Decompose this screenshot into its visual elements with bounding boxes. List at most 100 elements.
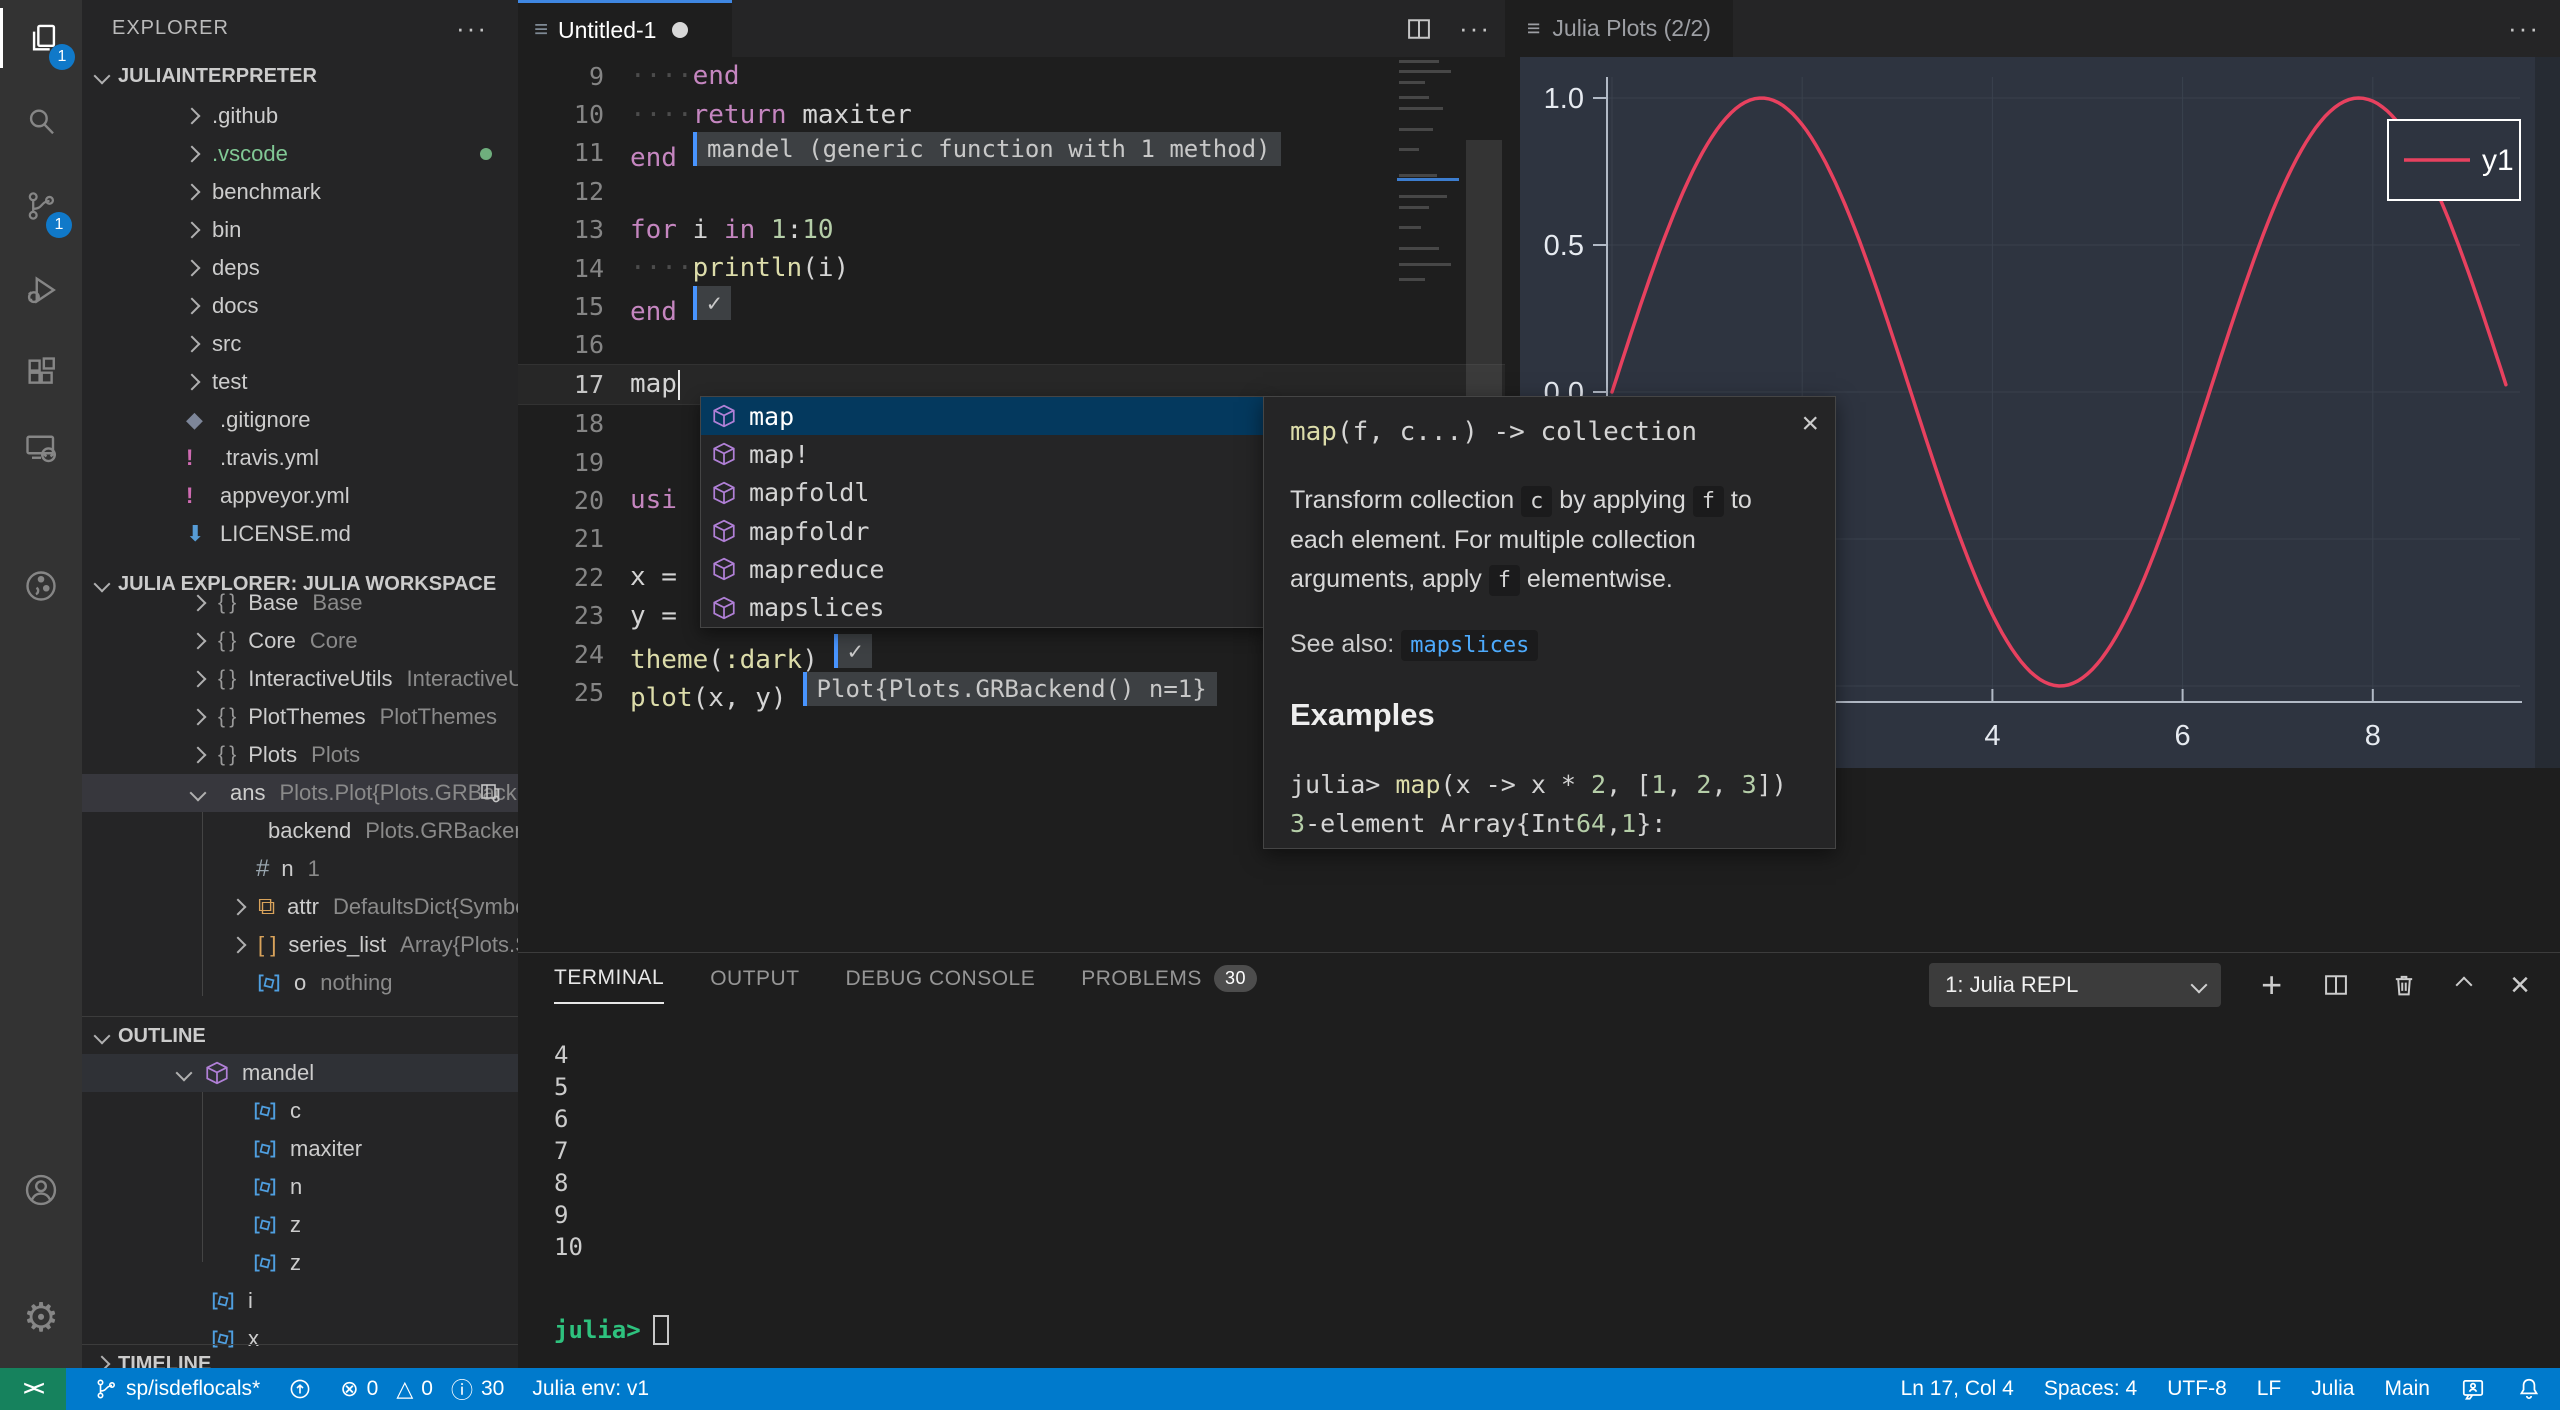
tree-item-file[interactable]: ! .travis.yml — [82, 439, 518, 477]
workspace-item-backend[interactable]: backend Plots.GRBackend() — [82, 812, 518, 850]
split-terminal-icon[interactable] — [2322, 971, 2350, 999]
workspace-item-n[interactable]: # n 1 — [82, 850, 518, 888]
minimap[interactable] — [1395, 60, 1463, 340]
section-juliainterpreter[interactable]: JULIAINTERPRETER — [82, 57, 518, 95]
editor-more-actions-icon[interactable]: ··· — [1459, 13, 1491, 44]
notifications-bell-icon[interactable] — [2516, 1376, 2542, 1402]
source-control-icon[interactable]: 1 — [0, 176, 82, 238]
outline-item-mandel[interactable]: mandel — [82, 1054, 518, 1092]
line-number: 14 — [573, 253, 604, 283]
tree-item-folder[interactable]: .github — [82, 97, 518, 135]
tab-terminal[interactable]: TERMINAL — [554, 965, 665, 1004]
tab-output[interactable]: OUTPUT — [710, 965, 799, 1004]
kill-terminal-icon[interactable] — [2390, 971, 2418, 999]
terminal-selector[interactable]: 1: Julia REPL — [1929, 963, 2222, 1007]
symbol-variable-icon — [258, 974, 280, 992]
remote-indicator[interactable]: >< — [0, 1368, 66, 1410]
workspace-item-PlotThemes[interactable]: { } PlotThemes PlotThemes — [82, 698, 518, 736]
doc-examples-heading: Examples — [1290, 697, 1435, 732]
maximize-panel-icon[interactable] — [2455, 976, 2473, 994]
new-terminal-icon[interactable]: + — [2261, 967, 2282, 1003]
workspace-item-Base[interactable]: { } Base Base — [82, 584, 518, 622]
mapslices-link[interactable]: mapslices — [1401, 630, 1539, 661]
split-editor-icon[interactable] — [1405, 15, 1433, 43]
remote-explorer-icon[interactable] — [0, 418, 82, 478]
tab-untitled-1[interactable]: ≡ Untitled-1 — [518, 0, 732, 57]
tree-item-folder[interactable]: test — [82, 363, 518, 401]
tree-item-folder[interactable]: benchmark — [82, 173, 518, 211]
tab-label: Untitled-1 — [558, 16, 657, 43]
item-type: nothing — [320, 970, 393, 995]
encoding-item[interactable]: UTF-8 — [2167, 1377, 2227, 1401]
tab-problems[interactable]: PROBLEMS 30 — [1081, 965, 1257, 1004]
close-panel-icon[interactable]: × — [2510, 968, 2530, 1002]
code-line-14[interactable]: 14 ····println(i) — [518, 249, 1505, 287]
workspace-item-ans[interactable]: ans Plots.Plot{Plots.GRBack... — [82, 774, 518, 812]
outline-item-i[interactable]: i — [82, 1282, 518, 1320]
sidebar-more-actions-icon[interactable]: ··· — [456, 13, 488, 44]
workspace-item-Plots[interactable]: { } Plots Plots — [82, 736, 518, 774]
outline-item-z[interactable]: z — [82, 1244, 518, 1282]
item-label: Plots — [248, 742, 298, 767]
run-debug-icon[interactable] — [0, 260, 82, 320]
terminal-output[interactable]: 4 5 6 7 8 9 10 — [554, 1039, 583, 1263]
workspace-item-attr[interactable]: ⧉ attr DefaultsDict{Symbol, A... — [82, 888, 518, 926]
section-timeline[interactable]: TIMELINE — [82, 1344, 518, 1368]
julia-env-item[interactable]: Julia env: v1 — [532, 1377, 649, 1401]
cursor-position-item[interactable]: Ln 17, Col 4 — [1901, 1377, 2014, 1401]
feedback-icon[interactable] — [2460, 1376, 2486, 1402]
problems-summary[interactable]: ⊗ 0 △ 0 ⓘ 30 — [340, 1373, 504, 1405]
extensions-icon[interactable] — [0, 342, 82, 402]
code-line-16[interactable]: 16 — [518, 326, 1505, 364]
outline-item-z[interactable]: z — [82, 1206, 518, 1244]
suggest-item-map[interactable]: map — [701, 397, 1266, 436]
tree-item-folder[interactable]: bin — [82, 211, 518, 249]
suggest-item-mapfoldl[interactable]: mapfoldl — [701, 474, 1266, 512]
dirty-indicator-icon[interactable] — [672, 22, 689, 38]
explorer-icon[interactable]: 1 — [0, 8, 85, 70]
close-icon[interactable]: × — [1801, 409, 1819, 439]
code-line-12[interactable]: 12 — [518, 172, 1505, 210]
open-plot-icon[interactable] — [478, 781, 502, 805]
tree-item-folder[interactable]: deps — [82, 249, 518, 287]
julia-mode-item[interactable]: Main — [2384, 1377, 2430, 1401]
settings-gear-icon[interactable]: ⚙ — [0, 1288, 82, 1348]
indentation-item[interactable]: Spaces: 4 — [2044, 1377, 2137, 1401]
workspace-item-InteractiveUtils[interactable]: { } InteractiveUtils InteractiveUtils — [82, 660, 518, 698]
chevron-right-icon — [189, 708, 207, 726]
code-line-13[interactable]: 13 for i in 1:10 — [518, 211, 1505, 249]
section-outline[interactable]: OUTLINE — [82, 1016, 518, 1055]
workspace-item-o[interactable]: o nothing — [82, 964, 518, 1002]
tree-item-file[interactable]: ! appveyor.yml — [82, 477, 518, 515]
suggest-item-mapfoldr[interactable]: mapfoldr — [701, 512, 1266, 550]
tab-debug-console[interactable]: DEBUG CONSOLE — [846, 965, 1036, 1004]
code-line-10[interactable]: 10 ····return maxiter — [518, 95, 1505, 133]
suggest-item-map![interactable]: map! — [701, 435, 1266, 473]
tree-item-file[interactable]: ◆ .gitignore — [82, 401, 518, 439]
terminal-prompt-row[interactable]: julia> — [554, 1315, 669, 1345]
code-line-11[interactable]: 11 end mandel (generic function with 1 met… — [518, 132, 1505, 173]
tree-item-file[interactable]: ⬇ LICENSE.md — [82, 515, 518, 553]
outline-item-c[interactable]: c — [82, 1092, 518, 1130]
outline-item-n[interactable]: n — [82, 1168, 518, 1206]
account-icon[interactable] — [0, 1160, 82, 1220]
code-line-9[interactable]: 9 ····end — [518, 57, 1505, 95]
workspace-item-series_list[interactable]: [ ] series_list Array{Plots.Seri... — [82, 926, 518, 964]
suggest-item-mapreduce[interactable]: mapreduce — [701, 550, 1266, 588]
plots-more-actions-icon[interactable]: ··· — [2508, 13, 2540, 44]
workspace-item-Core[interactable]: { } Core Core — [82, 622, 518, 660]
search-icon[interactable] — [0, 92, 82, 152]
git-branch-item[interactable]: sp/isdeflocals* — [94, 1377, 260, 1401]
suggest-item-mapslices[interactable]: mapslices — [701, 588, 1266, 626]
julia-references-icon[interactable] — [0, 556, 82, 616]
language-mode-item[interactable]: Julia — [2311, 1377, 2354, 1401]
item-type: InteractiveUtils — [406, 666, 518, 691]
sync-changes-icon[interactable] — [288, 1377, 312, 1401]
outline-item-maxiter[interactable]: maxiter — [82, 1130, 518, 1168]
tree-item-folder[interactable]: .vscode — [82, 135, 518, 173]
eol-item[interactable]: LF — [2257, 1377, 2282, 1401]
tree-item-folder[interactable]: src — [82, 325, 518, 363]
tab-julia-plots[interactable]: ≡ Julia Plots (2/2) — [1505, 0, 1733, 57]
tree-item-folder[interactable]: docs — [82, 287, 518, 325]
code-line-15[interactable]: 15 end ✓ — [518, 286, 1505, 327]
